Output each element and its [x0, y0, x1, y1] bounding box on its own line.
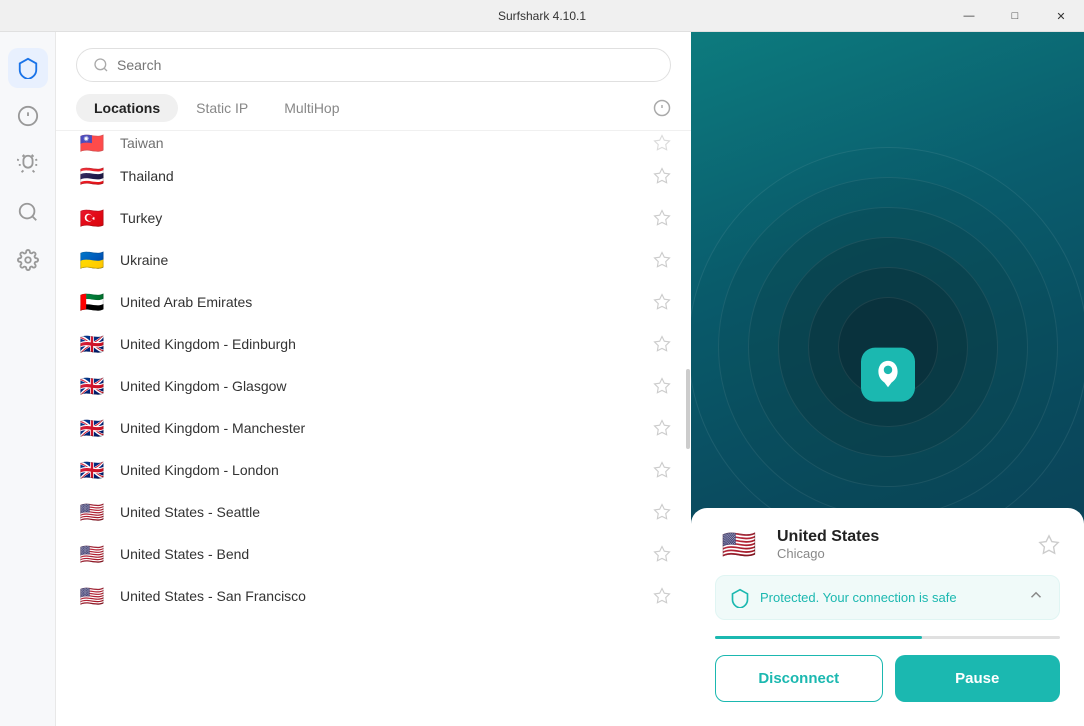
- star-icon[interactable]: [653, 503, 671, 521]
- flag-uk-edinburgh: 🇬🇧: [76, 333, 108, 355]
- logo-svg: [873, 360, 903, 390]
- right-panel: 🇺🇸 United States Chicago Protected. Your…: [691, 32, 1084, 726]
- search-input[interactable]: [117, 57, 654, 73]
- sidebar-item-bug[interactable]: [8, 144, 48, 184]
- star-icon[interactable]: [653, 377, 671, 395]
- tab-multihop[interactable]: MultiHop: [266, 94, 357, 122]
- window-controls: — □ ✕: [946, 0, 1084, 32]
- location-name: United Kingdom - Glasgow: [120, 378, 641, 394]
- flag-us-sf: 🇺🇸: [76, 585, 108, 607]
- star-icon[interactable]: [653, 134, 671, 152]
- search-icon: [93, 57, 109, 73]
- flag-uae: 🇦🇪: [76, 291, 108, 313]
- list-item[interactable]: 🇺🇸 United States - Seattle: [68, 491, 679, 533]
- location-name: United Kingdom - Manchester: [120, 420, 641, 436]
- flag-uk-london: 🇬🇧: [76, 459, 108, 481]
- list-item[interactable]: 🇺🇸 United States - Bend: [68, 533, 679, 575]
- star-icon[interactable]: [653, 587, 671, 605]
- search-bar: [56, 32, 691, 94]
- left-panel: Locations Static IP MultiHop 🇹🇼 Taiwan: [56, 32, 691, 726]
- star-icon[interactable]: [653, 209, 671, 227]
- sidebar-item-settings[interactable]: [8, 240, 48, 280]
- flag-us-bend: 🇺🇸: [76, 543, 108, 565]
- location-name: Turkey: [120, 210, 641, 226]
- list-item[interactable]: 🇹🇭 Thailand: [68, 155, 679, 197]
- location-name: Taiwan: [120, 135, 641, 151]
- sidebar-item-shield[interactable]: [8, 48, 48, 88]
- list-item[interactable]: 🇺🇸 United States - San Francisco: [68, 575, 679, 617]
- sidebar-item-search[interactable]: [8, 192, 48, 232]
- sidebar: [0, 32, 56, 726]
- star-icon[interactable]: [653, 251, 671, 269]
- app-container: Locations Static IP MultiHop 🇹🇼 Taiwan: [0, 32, 1084, 726]
- location-name: United States - San Francisco: [120, 588, 641, 604]
- flag-uk-glasgow: 🇬🇧: [76, 375, 108, 397]
- connected-location: 🇺🇸 United States Chicago: [715, 528, 1060, 561]
- disconnect-button[interactable]: Disconnect: [715, 655, 883, 702]
- list-item[interactable]: 🇦🇪 United Arab Emirates: [68, 281, 679, 323]
- location-name: United Kingdom - London: [120, 462, 641, 478]
- star-icon[interactable]: [653, 293, 671, 311]
- title-bar: Surfshark 4.10.1 — □ ✕: [0, 0, 1084, 32]
- bottom-info-panel: 🇺🇸 United States Chicago Protected. Your…: [691, 508, 1084, 726]
- location-name: United States - Bend: [120, 546, 641, 562]
- list-item[interactable]: 🇬🇧 United Kingdom - Edinburgh: [68, 323, 679, 365]
- list-item[interactable]: 🇹🇷 Turkey: [68, 197, 679, 239]
- star-icon[interactable]: [653, 335, 671, 353]
- protected-status: Protected. Your connection is safe: [715, 575, 1060, 620]
- progress-bar: [715, 636, 1060, 639]
- flag-uk-manchester: 🇬🇧: [76, 417, 108, 439]
- location-list[interactable]: 🇹🇼 Taiwan 🇹🇭 Thailand 🇹🇷 Turkey 🇺🇦 Ukrai…: [56, 131, 691, 726]
- chevron-up-icon[interactable]: [1027, 586, 1045, 609]
- flag-taiwan: 🇹🇼: [76, 132, 108, 154]
- connected-city: Chicago: [777, 546, 1024, 561]
- star-icon[interactable]: [653, 419, 671, 437]
- connected-flag: 🇺🇸: [715, 529, 763, 561]
- star-icon[interactable]: [653, 461, 671, 479]
- minimize-button[interactable]: —: [946, 0, 992, 32]
- connected-country: United States: [777, 528, 1024, 546]
- flag-us-seattle: 🇺🇸: [76, 501, 108, 523]
- flag-thailand: 🇹🇭: [76, 165, 108, 187]
- tab-locations[interactable]: Locations: [76, 94, 178, 122]
- scrollbar-thumb[interactable]: [686, 369, 690, 449]
- search-input-wrap[interactable]: [76, 48, 671, 82]
- protected-text: Protected. Your connection is safe: [760, 590, 1017, 605]
- location-name: United States - Seattle: [120, 504, 641, 520]
- list-item[interactable]: 🇬🇧 United Kingdom - Glasgow: [68, 365, 679, 407]
- info-icon[interactable]: [653, 99, 671, 117]
- location-name: United Kingdom - Edinburgh: [120, 336, 641, 352]
- tabs-row: Locations Static IP MultiHop: [56, 94, 691, 131]
- location-name: United Arab Emirates: [120, 294, 641, 310]
- maximize-button[interactable]: □: [992, 0, 1038, 32]
- star-icon[interactable]: [653, 167, 671, 185]
- list-item[interactable]: 🇹🇼 Taiwan: [68, 131, 679, 155]
- list-item[interactable]: 🇬🇧 United Kingdom - London: [68, 449, 679, 491]
- connected-info: United States Chicago: [777, 528, 1024, 561]
- close-button[interactable]: ✕: [1038, 0, 1084, 32]
- surfshark-logo: [861, 348, 915, 402]
- list-item[interactable]: 🇬🇧 United Kingdom - Manchester: [68, 407, 679, 449]
- flag-turkey: 🇹🇷: [76, 207, 108, 229]
- location-name: Ukraine: [120, 252, 641, 268]
- list-item[interactable]: 🇺🇦 Ukraine: [68, 239, 679, 281]
- location-name: Thailand: [120, 168, 641, 184]
- progress-fill: [715, 636, 922, 639]
- connected-star-icon[interactable]: [1038, 534, 1060, 556]
- shield-protected-icon: [730, 588, 750, 608]
- tab-static-ip[interactable]: Static IP: [178, 94, 266, 122]
- pause-button[interactable]: Pause: [895, 655, 1061, 702]
- star-icon[interactable]: [653, 545, 671, 563]
- flag-ukraine: 🇺🇦: [76, 249, 108, 271]
- action-buttons: Disconnect Pause: [715, 655, 1060, 702]
- app-title: Surfshark 4.10.1: [498, 9, 586, 23]
- sidebar-item-alert[interactable]: [8, 96, 48, 136]
